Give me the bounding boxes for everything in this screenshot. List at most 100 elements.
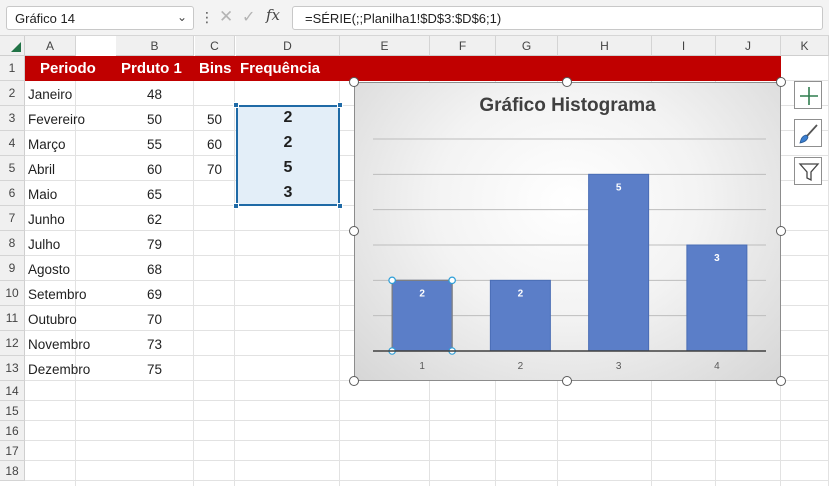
row-header-15[interactable]: 15 [0, 401, 25, 421]
header-bins[interactable]: Bins [199, 56, 232, 81]
column-header-h[interactable]: H [558, 36, 652, 56]
column-header-f[interactable]: F [430, 36, 496, 56]
chart-resize-handle[interactable] [562, 376, 572, 386]
select-all-icon [11, 42, 21, 52]
row-gridline [25, 420, 829, 421]
cell-value[interactable]: 75 [116, 356, 170, 381]
insert-function-icon[interactable]: fx [266, 6, 280, 24]
row-header-3[interactable]: 3 [0, 106, 25, 131]
cell-value[interactable]: 73 [116, 331, 170, 356]
cell-month[interactable]: Setembro [25, 281, 116, 306]
cell-month[interactable]: Fevereiro [25, 106, 116, 131]
cancel-icon[interactable]: ✕ [219, 7, 233, 27]
cell-month[interactable]: Outubro [25, 306, 116, 331]
x-tick-label: 1 [419, 361, 425, 372]
histogram-chart[interactable]: Gráfico Histograma 21225334 [354, 82, 781, 381]
cell-month[interactable]: Maio [25, 181, 116, 206]
row-header-12[interactable]: 12 [0, 331, 25, 356]
histogram-bar[interactable] [588, 173, 650, 352]
cell-value[interactable]: 79 [116, 231, 170, 256]
cell-value[interactable]: 70 [116, 306, 170, 331]
column-header-c[interactable]: C [195, 36, 235, 56]
chart-filters-button[interactable] [794, 157, 822, 185]
column-header-g[interactable]: G [496, 36, 558, 56]
confirm-icon[interactable]: ✓ [242, 7, 255, 27]
header-produto[interactable]: Prduto 1 [121, 56, 182, 81]
range-handle[interactable] [337, 102, 343, 108]
cell-frequency[interactable]: 2 [238, 130, 338, 155]
cell-frequency[interactable]: 2 [238, 105, 338, 130]
column-header-j[interactable]: J [716, 36, 781, 56]
chart-resize-handle[interactable] [349, 77, 359, 87]
chart-resize-handle[interactable] [349, 226, 359, 236]
cell-month[interactable]: Janeiro [25, 81, 116, 106]
cell-value[interactable]: 69 [116, 281, 170, 306]
chart-resize-handle[interactable] [776, 226, 786, 236]
cell-month[interactable]: Março [25, 131, 116, 156]
cell-month[interactable]: Dezembro [25, 356, 116, 381]
row-header-18[interactable]: 18 [0, 461, 25, 481]
row-header-1[interactable]: 1 [0, 56, 25, 81]
row-header-2[interactable]: 2 [0, 81, 25, 106]
row-header-9[interactable]: 9 [0, 256, 25, 281]
column-header-d[interactable]: D [236, 36, 340, 56]
cell-value[interactable]: 50 [116, 106, 170, 131]
cell-value[interactable]: 65 [116, 181, 170, 206]
column-header-a[interactable]: A [25, 36, 76, 56]
range-handle[interactable] [233, 203, 239, 209]
cell-bin[interactable]: 50 [195, 106, 230, 131]
cell-month[interactable]: Novembro [25, 331, 116, 356]
cell-month[interactable]: Abril [25, 156, 116, 181]
row-header-5[interactable]: 5 [0, 156, 25, 181]
cell-value[interactable]: 60 [116, 156, 170, 181]
chevron-down-icon[interactable]: ⌄ [177, 10, 187, 24]
header-periodo[interactable]: Periodo [40, 56, 96, 81]
cell-value[interactable]: 48 [116, 81, 170, 106]
column-header-k[interactable]: K [781, 36, 829, 56]
row-gridline [25, 400, 829, 401]
bar-selection-handle [388, 276, 396, 285]
row-header-4[interactable]: 4 [0, 131, 25, 156]
cell-bin[interactable]: 70 [195, 156, 230, 181]
row-header-16[interactable]: 16 [0, 421, 25, 441]
chart-resize-handle[interactable] [776, 376, 786, 386]
row-header-11[interactable]: 11 [0, 306, 25, 331]
chart-resize-handle[interactable] [349, 376, 359, 386]
chart-elements-button[interactable] [794, 81, 822, 109]
column-header-i[interactable]: I [652, 36, 716, 56]
row-header-14[interactable]: 14 [0, 381, 25, 401]
bar-data-label: 5 [616, 182, 622, 193]
cell-value[interactable]: 55 [116, 131, 170, 156]
row-header-13[interactable]: 13 [0, 356, 25, 381]
cell-month[interactable]: Junho [25, 206, 116, 231]
column-header-b[interactable]: B [116, 36, 194, 56]
row-gridline [25, 460, 829, 461]
cell-month[interactable]: Julho [25, 231, 116, 256]
row-header-17[interactable]: 17 [0, 441, 25, 461]
chart-styles-button[interactable] [794, 119, 822, 147]
row-header-8[interactable]: 8 [0, 231, 25, 256]
chart-plot-area[interactable]: 2 1 2 2 5 3 3 4 [355, 83, 782, 382]
bar-data-label: 2 [419, 288, 425, 299]
chart-resize-handle[interactable] [562, 77, 572, 87]
cell-frequency[interactable]: 5 [238, 155, 338, 180]
row-header-10[interactable]: 10 [0, 281, 25, 306]
range-handle[interactable] [337, 203, 343, 209]
header-frequencia[interactable]: Frequência [240, 56, 320, 81]
column-gridline [193, 56, 194, 486]
column-header-e[interactable]: E [340, 36, 430, 56]
formula-input[interactable]: =SÉRIE(;;Planilha1!$D$3:$D$6;1) [292, 6, 823, 30]
cell-value[interactable]: 62 [116, 206, 170, 231]
name-box[interactable]: Gráfico 14 ⌄ [6, 6, 194, 30]
cell-frequency[interactable]: 3 [238, 180, 338, 205]
cell-bin[interactable]: 60 [195, 131, 230, 156]
row-header-7[interactable]: 7 [0, 206, 25, 231]
cell-month[interactable]: Agosto [25, 256, 116, 281]
range-handle[interactable] [233, 102, 239, 108]
chart-resize-handle[interactable] [776, 77, 786, 87]
cell-value[interactable]: 68 [116, 256, 170, 281]
more-options-icon[interactable]: ⋮ [200, 8, 214, 28]
select-all-corner[interactable] [0, 36, 25, 56]
x-tick-label: 3 [616, 361, 622, 372]
row-header-6[interactable]: 6 [0, 181, 25, 206]
